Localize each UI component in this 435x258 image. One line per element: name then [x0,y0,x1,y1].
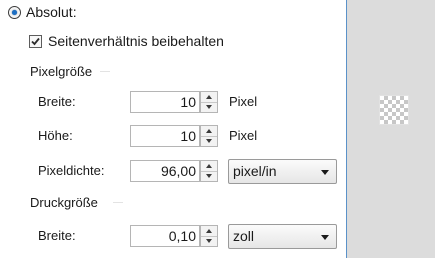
pixel-height-decrement-button[interactable] [201,136,217,146]
pixel-width-label: Breite: [38,94,76,109]
arrow-up-icon [206,229,212,233]
arrow-down-icon [206,105,212,109]
pixel-width-decrement-button[interactable] [201,102,217,112]
arrow-down-icon [206,139,212,143]
arrow-down-icon [206,239,212,243]
print-size-rule [113,202,123,203]
arrow-up-icon [206,95,212,99]
print-width-input[interactable]: 0,10 [130,225,200,247]
pixel-height-input[interactable]: 10 [130,125,200,147]
transparency-checker-icon [379,95,409,125]
pixel-density-unit-select[interactable]: pixel/in [228,159,337,184]
pixel-width-spinner[interactable] [200,91,218,113]
checkmark-icon [31,37,40,46]
print-width-spinner[interactable] [200,225,218,247]
arrow-up-icon [206,164,212,168]
print-width-unit-select[interactable]: zoll [228,224,337,249]
print-size-heading: Druckgröße [30,195,98,210]
pixel-width-unit: Pixel [229,94,258,109]
pixel-density-unit-value: pixel/in [233,163,277,179]
pixel-density-label: Pixeldichte: [38,163,105,178]
pixel-height-label: Höhe: [38,128,73,143]
pixel-density-decrement-button[interactable] [201,171,217,181]
chevron-down-icon [321,235,329,240]
pixel-width-input[interactable]: 10 [130,91,200,113]
pixel-size-rule [100,71,110,72]
arrow-up-icon [206,129,212,133]
absolute-radio-label[interactable]: Absolut: [26,4,77,20]
radio-selected-dot [12,10,17,15]
pixel-height-spinner[interactable] [200,125,218,147]
absolute-radio[interactable] [8,6,21,19]
pixel-height-unit: Pixel [229,128,258,143]
print-width-label: Breite: [38,228,76,243]
pixel-size-heading: Pixelgröße [30,64,93,79]
chevron-down-icon [321,170,329,175]
pixel-density-spinner[interactable] [200,160,218,182]
keep-aspect-label[interactable]: Seitenverhältnis beibehalten [48,33,224,49]
resize-settings-panel: Absolut: Seitenverhältnis beibehalten Pi… [0,0,346,258]
print-width-decrement-button[interactable] [201,236,217,246]
preview-area [347,0,435,258]
arrow-down-icon [206,174,212,178]
pixel-density-input[interactable]: 96,00 [130,160,200,182]
keep-aspect-checkbox[interactable] [29,35,42,48]
print-width-unit-value: zoll [233,228,255,244]
